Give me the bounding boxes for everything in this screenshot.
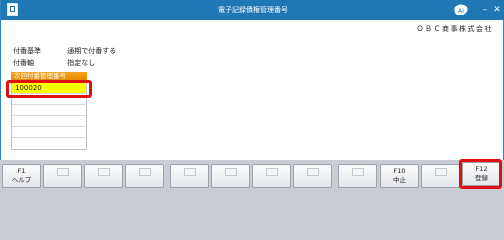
fkey-blank-button[interactable]: [338, 164, 377, 188]
fkey-number: F10: [393, 167, 406, 175]
info-value: 指定なし: [67, 59, 96, 67]
window-title: 電子記録債権管理番号: [218, 6, 288, 14]
number-row[interactable]: [12, 138, 86, 149]
svg-text:AI: AI: [458, 8, 464, 15]
f1-help-button[interactable]: F1 ヘルプ: [2, 164, 41, 188]
fkey-blank-button[interactable]: [293, 164, 332, 188]
ai-assistant-icon[interactable]: AI: [453, 3, 469, 17]
info-numbering-axis: 付番軸 指定なし: [13, 58, 95, 68]
fkey-number: F1: [17, 167, 26, 175]
info-value: 通期で付番する: [67, 47, 117, 55]
blank-key-icon: [351, 168, 364, 176]
close-icon[interactable]: ✕: [491, 4, 503, 16]
fkey-label: ヘルプ: [11, 176, 32, 184]
fkey-blank-button[interactable]: [211, 164, 250, 188]
blank-key-icon: [224, 168, 237, 176]
fkey-blank-button[interactable]: [252, 164, 291, 188]
company-name: ＯＢＣ商事株式会社: [416, 25, 493, 33]
blank-key-icon: [265, 168, 278, 176]
number-row[interactable]: [12, 127, 86, 138]
blank-key-icon: [97, 168, 110, 176]
number-row[interactable]: [12, 116, 86, 127]
fkey-blank-button[interactable]: [170, 164, 209, 188]
info-numbering-basis: 付番基準 通期で付番する: [13, 46, 116, 56]
blank-key-icon: [183, 168, 196, 176]
blank-key-icon: [138, 168, 151, 176]
fkey-blank-button[interactable]: [125, 164, 164, 188]
fkey-label: 中止: [393, 176, 406, 184]
number-highlight-annotation: [6, 80, 92, 98]
title-bar: 電子記録債権管理番号 AI – ✕: [1, 0, 504, 20]
fkey-blank-button[interactable]: [43, 164, 82, 188]
register-highlight-annotation: [459, 159, 502, 189]
fkey-blank-button[interactable]: [84, 164, 123, 188]
app-window: 電子記録債権管理番号 AI – ✕ ＯＢＣ商事株式会社 付番基準 通期で付番する…: [0, 0, 504, 182]
info-label: 付番軸: [13, 59, 34, 67]
blank-key-icon: [56, 168, 69, 176]
f10-cancel-button[interactable]: F10 中止: [380, 164, 419, 188]
number-row[interactable]: [12, 105, 86, 116]
blank-key-icon: [306, 168, 319, 176]
blank-key-icon: [434, 168, 447, 176]
fkey-blank-button[interactable]: [421, 164, 460, 188]
minimize-icon[interactable]: –: [479, 4, 491, 16]
info-label: 付番基準: [13, 47, 41, 55]
